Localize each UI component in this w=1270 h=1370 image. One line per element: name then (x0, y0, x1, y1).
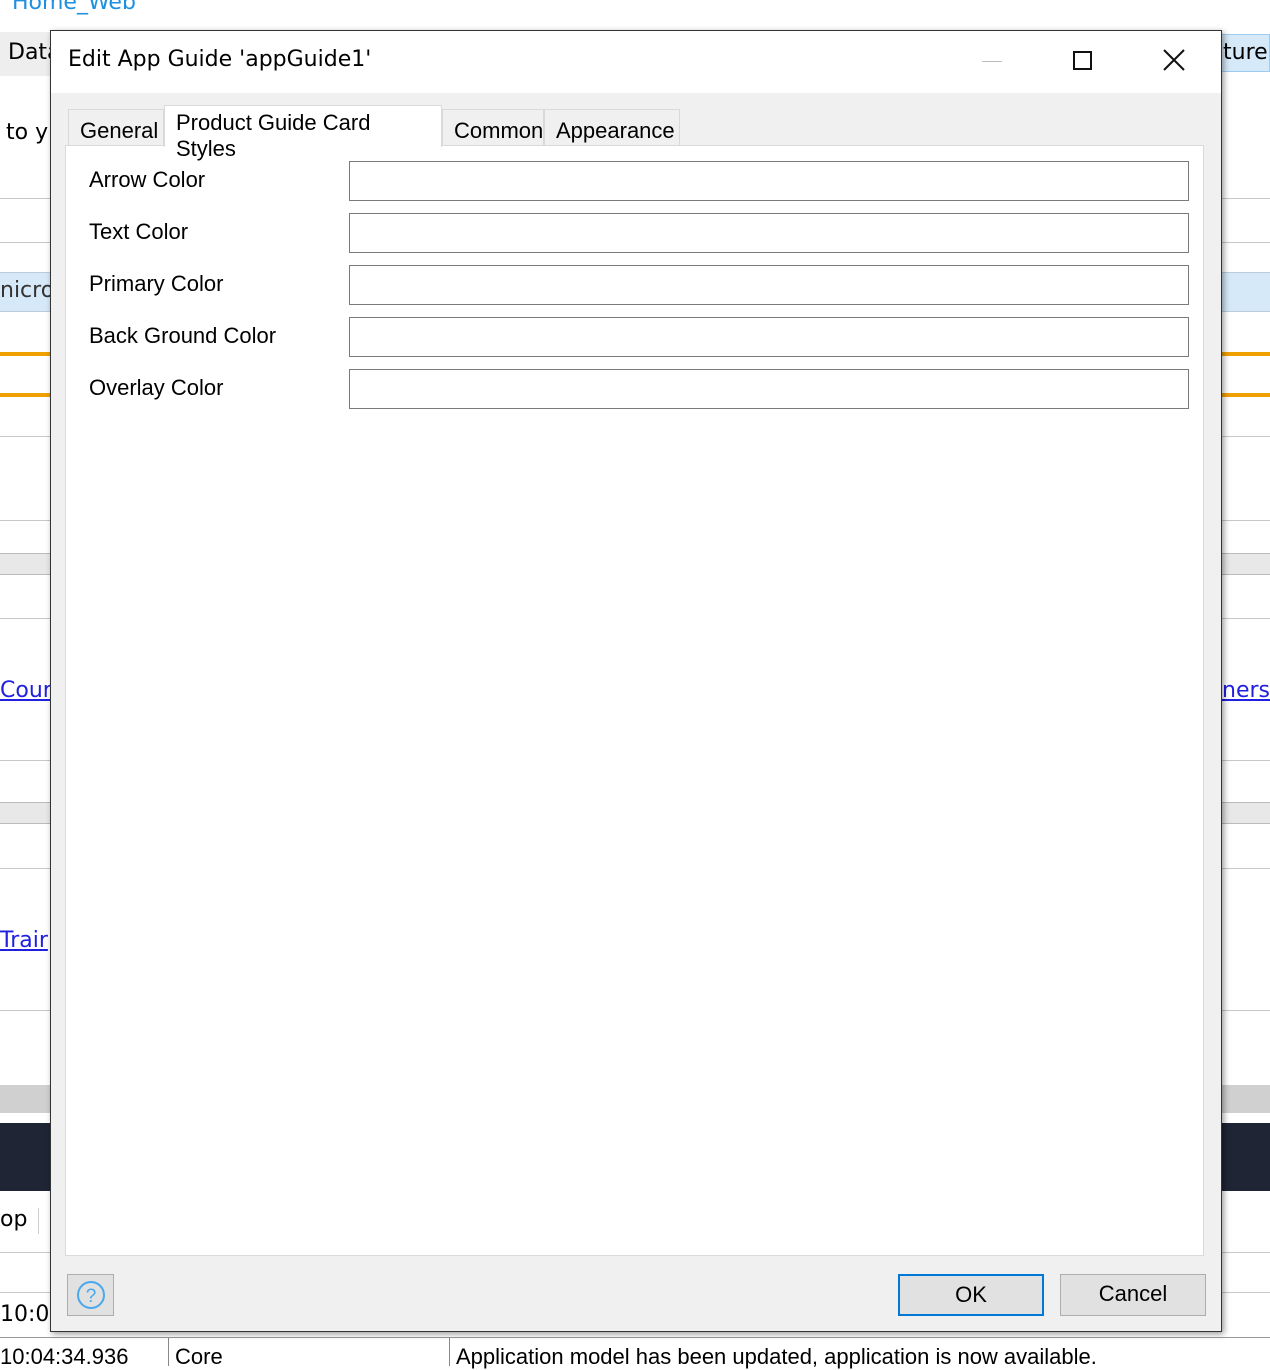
tab-panel: Arrow Color Text Color Primary Color Bac… (65, 145, 1204, 1256)
overlay-color-label: Overlay Color (89, 375, 224, 400)
maximize-icon[interactable] (1059, 41, 1105, 81)
edit-app-guide-dialog: Edit App Guide 'appGuide1' General Produ… (50, 30, 1222, 1332)
training-link[interactable]: Trair (0, 928, 48, 953)
partners-link[interactable]: ners (1222, 678, 1270, 703)
text-color-label: Text Color (89, 219, 189, 244)
column-divider (449, 1338, 450, 1366)
tab-label: General (80, 118, 159, 143)
tab-appearance[interactable]: Appearance (544, 109, 680, 147)
background-color-input[interactable] (349, 317, 1189, 357)
course-link[interactable]: Cour (0, 678, 52, 703)
doc-tab-right[interactable]: ture (1220, 34, 1270, 72)
primary-color-label: Primary Color (89, 271, 224, 296)
svg-text:?: ? (85, 1286, 96, 1307)
toolbar-text[interactable]: op (0, 1207, 27, 1232)
help-icon: ? (76, 1281, 105, 1309)
text-color-input[interactable] (349, 213, 1189, 253)
tab-label: Common (454, 118, 544, 143)
doc-tab-right-label: ture (1223, 40, 1268, 65)
background-color-label: Back Ground Color (89, 323, 277, 348)
log-time-partial: 10:0 (0, 1302, 50, 1327)
overlay-color-input[interactable] (349, 369, 1189, 409)
log-time: 10:04:34.936 (0, 1344, 129, 1369)
primary-color-input[interactable] (349, 265, 1189, 305)
separator (38, 1208, 39, 1234)
title-bar[interactable]: Edit App Guide 'appGuide1' (51, 31, 1221, 93)
column-divider (168, 1338, 169, 1366)
dialog-title: Edit App Guide 'appGuide1' (68, 47, 372, 72)
cancel-button[interactable]: Cancel (1060, 1274, 1206, 1316)
content-text: to y (6, 120, 49, 145)
tab-general[interactable]: General (68, 109, 164, 147)
help-button[interactable]: ? (67, 1274, 114, 1316)
close-icon[interactable] (1151, 41, 1197, 81)
tab-product-guide-card-styles[interactable]: Product Guide Card Styles (164, 105, 442, 161)
minimize-icon[interactable] (969, 41, 1015, 81)
arrow-color-label: Arrow Color (89, 167, 206, 192)
log-source: Core (175, 1344, 223, 1369)
ok-button[interactable]: OK (898, 1274, 1044, 1316)
log-message: Application model has been updated, appl… (456, 1344, 1097, 1369)
project-link[interactable]: Home_Web (12, 0, 136, 15)
arrow-color-input[interactable] (349, 161, 1189, 201)
tab-common[interactable]: Common (442, 109, 544, 147)
tab-label: Appearance (556, 118, 675, 143)
